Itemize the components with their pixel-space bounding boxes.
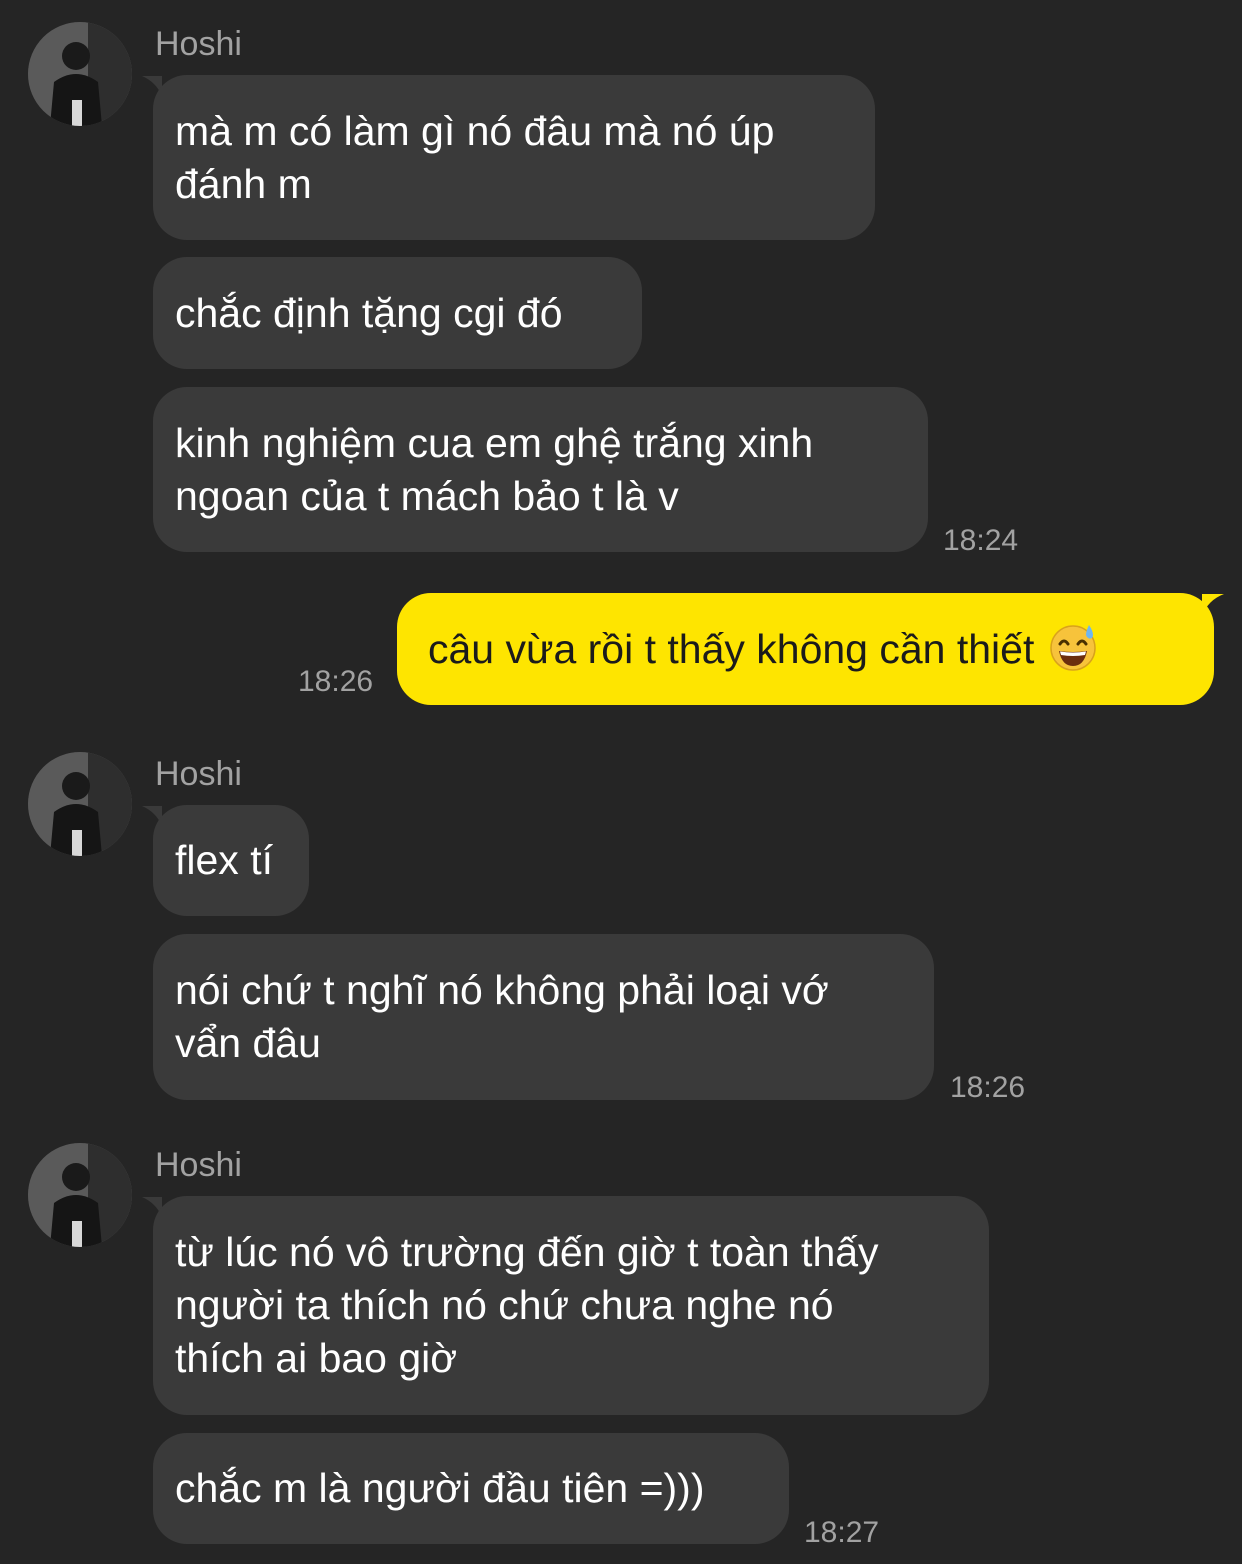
avatar-photo-icon <box>28 1143 132 1247</box>
message-bubble[interactable]: từ lúc nó vô trường đến giờ t toàn thấy n… <box>153 1196 989 1415</box>
message-bubble[interactable]: nói chứ t nghĩ nó không phải loại vớ vẩn … <box>153 934 934 1100</box>
avatar-photo-icon <box>28 22 132 126</box>
message-text: kinh nghiệm cua em ghệ trắng xinh ngoan c… <box>175 419 814 519</box>
message-bubble-outgoing[interactable]: câu vừa rồi t thấy không cần thiết <box>397 593 1214 705</box>
sender-avatar[interactable] <box>28 22 132 126</box>
sender-name: Hoshi <box>155 25 242 63</box>
message-text: từ lúc nó vô trường đến giờ t toàn thấy n… <box>175 1229 879 1381</box>
message-bubble[interactable]: chắc m là người đầu tiên =))) <box>153 1433 789 1544</box>
message-text: chắc định tặng cgi đó <box>175 289 563 336</box>
message-bubble[interactable]: flex tí <box>153 805 309 916</box>
bubble-tail <box>1202 594 1224 616</box>
message-timestamp: 18:24 <box>943 524 1019 557</box>
sender-name: Hoshi <box>155 755 242 793</box>
message-timestamp: 18:27 <box>804 1516 880 1549</box>
message-timestamp: 18:26 <box>298 665 374 698</box>
message-bubble[interactable]: kinh nghiệm cua em ghệ trắng xinh ngoan c… <box>153 387 928 552</box>
message-text: flex tí <box>175 837 273 883</box>
message-bubble[interactable]: mà m có làm gì nó đâu mà nó úp đánh m <box>153 75 875 240</box>
message-text: nói chứ t nghĩ nó không phải loại vớ vẩn … <box>175 967 829 1066</box>
message-bubble[interactable]: chắc định tặng cgi đó <box>153 257 642 369</box>
grinning-face-with-sweat-icon <box>1050 625 1097 671</box>
sender-name: Hoshi <box>155 1146 242 1184</box>
message-text: chắc m là người đầu tiên =))) <box>175 1465 705 1511</box>
message-text: mà m có làm gì nó đâu mà nó úp đánh m <box>175 107 775 207</box>
avatar-photo-icon <box>28 752 132 856</box>
message-text: câu vừa rồi t thấy không cần thiết <box>428 625 1035 672</box>
sender-avatar[interactable] <box>28 1143 132 1247</box>
sender-avatar[interactable] <box>28 752 132 856</box>
message-timestamp: 18:26 <box>950 1071 1026 1104</box>
